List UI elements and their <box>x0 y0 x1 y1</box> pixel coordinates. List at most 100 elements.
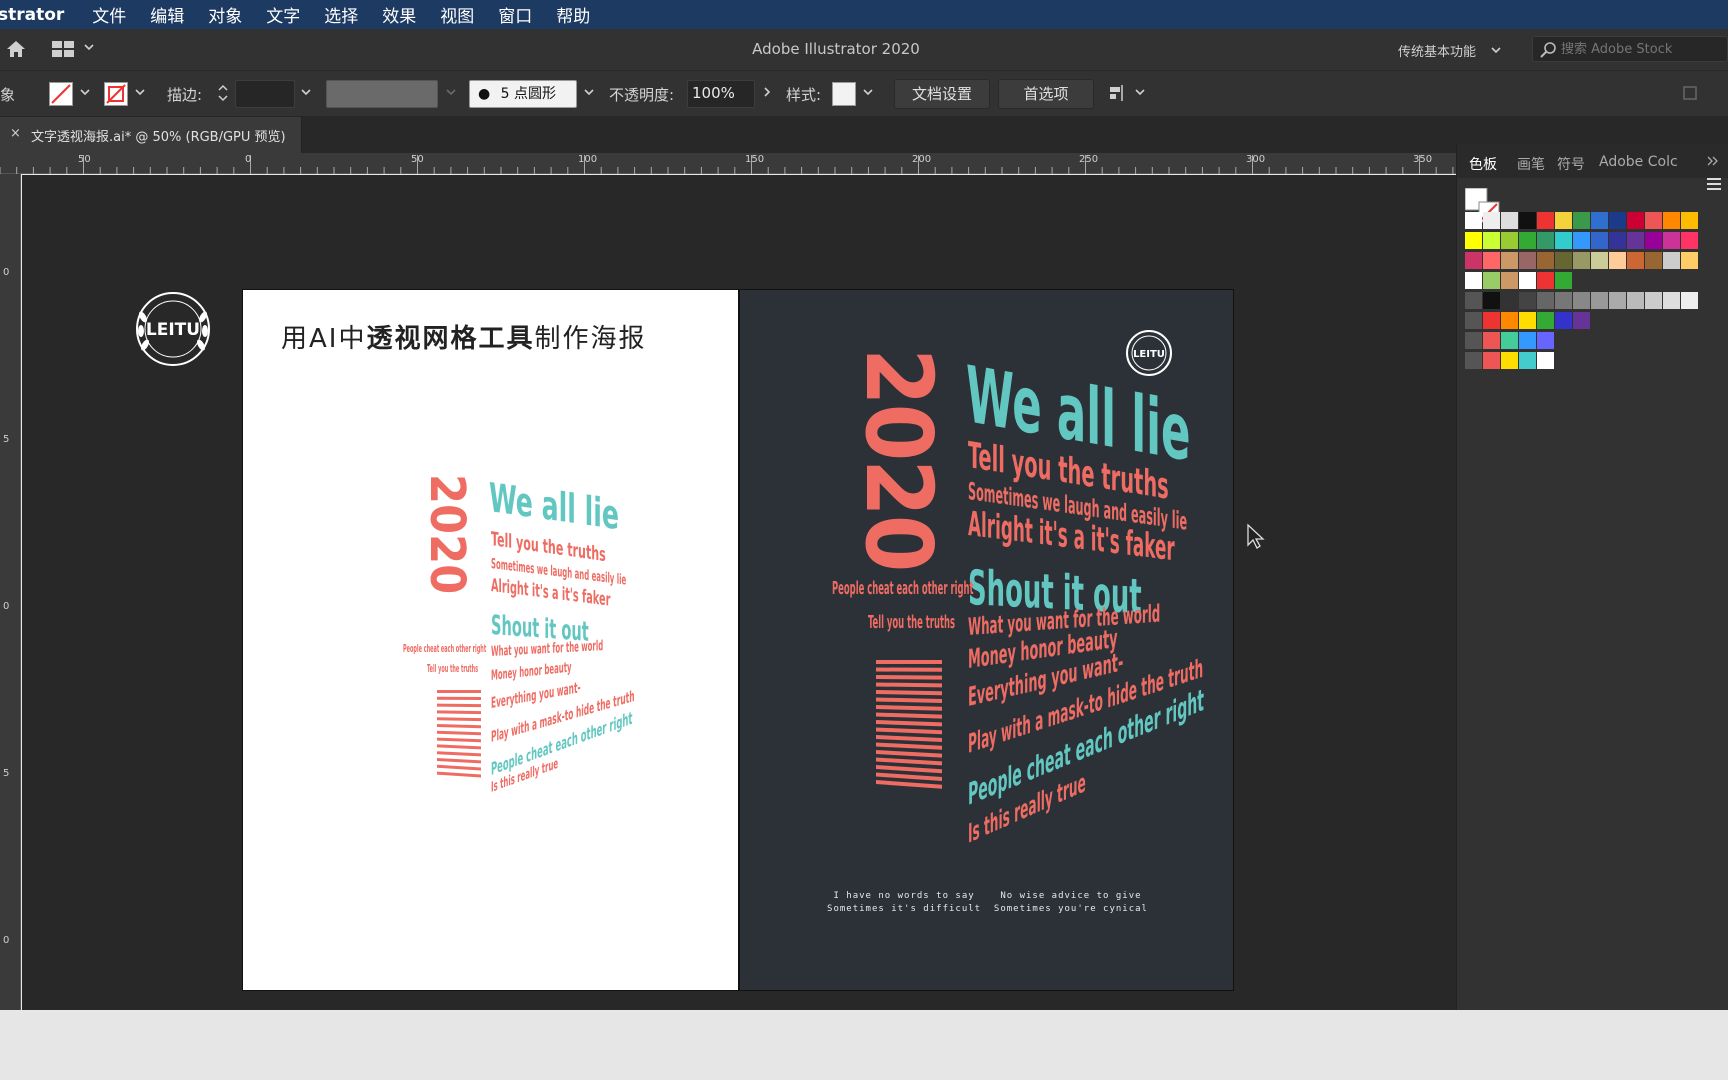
align-icon[interactable] <box>1108 83 1128 103</box>
menu-file[interactable]: 文件 <box>92 2 126 27</box>
brush-definition[interactable]: ● 5 点圆形 <box>469 80 577 108</box>
swatch[interactable] <box>1663 212 1680 229</box>
swatch[interactable] <box>1609 292 1626 309</box>
swatch[interactable] <box>1537 252 1554 269</box>
stepper-icon[interactable] <box>217 83 229 103</box>
graphic-style-swatch[interactable] <box>832 82 856 106</box>
chevron-down-icon[interactable] <box>583 86 595 98</box>
fill-swatch[interactable] <box>49 82 73 106</box>
chevron-right-icon[interactable] <box>761 86 773 98</box>
preferences-button[interactable]: 首选项 <box>998 79 1094 109</box>
swatch[interactable] <box>1465 352 1482 369</box>
variable-width-profile[interactable] <box>326 80 438 108</box>
document-setup-button[interactable]: 文档设置 <box>894 79 990 109</box>
swatch[interactable] <box>1483 352 1500 369</box>
search-input[interactable] <box>1561 40 1721 58</box>
menu-edit[interactable]: 编辑 <box>150 2 184 27</box>
swatch[interactable] <box>1573 312 1590 329</box>
swatch[interactable] <box>1519 292 1536 309</box>
menu-help[interactable]: 帮助 <box>556 2 590 27</box>
swatch[interactable] <box>1537 212 1554 229</box>
swatch[interactable] <box>1555 312 1572 329</box>
swatch[interactable] <box>1645 292 1662 309</box>
swatch[interactable] <box>1465 212 1482 229</box>
swatch[interactable] <box>1537 292 1554 309</box>
tab-swatches[interactable]: 色板 <box>1469 154 1497 174</box>
swatch[interactable] <box>1501 252 1518 269</box>
swatch[interactable] <box>1609 252 1626 269</box>
swatch[interactable] <box>1483 252 1500 269</box>
swatch[interactable] <box>1663 292 1680 309</box>
chevron-down-icon[interactable] <box>1490 44 1502 56</box>
swatch[interactable] <box>1465 332 1482 349</box>
stroke-swatch[interactable] <box>104 82 128 106</box>
opacity-field[interactable]: 100% <box>687 80 755 108</box>
swatch[interactable] <box>1681 212 1698 229</box>
swatch[interactable] <box>1555 292 1572 309</box>
menu-type[interactable]: 文字 <box>266 2 300 27</box>
swatch[interactable] <box>1519 352 1536 369</box>
swatch[interactable] <box>1627 232 1644 249</box>
swatch[interactable] <box>1519 232 1536 249</box>
swatch-grid[interactable] <box>1457 212 1728 382</box>
swatch[interactable] <box>1483 212 1500 229</box>
swatch[interactable] <box>1483 312 1500 329</box>
swatch[interactable] <box>1537 312 1554 329</box>
swatch[interactable] <box>1627 212 1644 229</box>
swatch[interactable] <box>1573 252 1590 269</box>
artboard-left[interactable]: 用AI中透视网格工具制作海报 2020 We all lie Tell you … <box>242 289 739 991</box>
swatch[interactable] <box>1555 232 1572 249</box>
swatch[interactable] <box>1501 352 1518 369</box>
swatch[interactable] <box>1537 332 1554 349</box>
document-tab[interactable]: × 文字透视海报.ai* @ 50% (RGB/GPU 预览) <box>0 117 302 153</box>
swatch[interactable] <box>1555 272 1572 289</box>
swatch[interactable] <box>1555 252 1572 269</box>
stock-search[interactable] <box>1532 36 1728 62</box>
swatch[interactable] <box>1591 232 1608 249</box>
horizontal-ruler[interactable]: 50 0 50 100 150 200 250 300 350 <box>0 153 1456 174</box>
swatch[interactable] <box>1483 272 1500 289</box>
swatch[interactable] <box>1681 252 1698 269</box>
swatch[interactable] <box>1555 212 1572 229</box>
chevron-down-icon[interactable] <box>79 86 91 98</box>
swatch[interactable] <box>1537 232 1554 249</box>
swatch[interactable] <box>1519 212 1536 229</box>
menu-effect[interactable]: 效果 <box>382 2 416 27</box>
vertical-ruler[interactable]: 0 5 0 5 0 <box>0 174 21 1010</box>
tab-brushes[interactable]: 画笔 <box>1517 154 1545 174</box>
swatch[interactable] <box>1573 292 1590 309</box>
panel-menu-icon[interactable] <box>1705 176 1723 192</box>
menu-view[interactable]: 视图 <box>440 2 474 27</box>
swatch[interactable] <box>1501 272 1518 289</box>
swatch[interactable] <box>1465 252 1482 269</box>
swatch[interactable] <box>1519 312 1536 329</box>
swatch[interactable] <box>1537 352 1554 369</box>
stroke-weight-field[interactable] <box>235 80 295 108</box>
chevron-down-icon[interactable] <box>445 86 457 98</box>
swatch[interactable] <box>1645 212 1662 229</box>
swatch[interactable] <box>1609 232 1626 249</box>
swatch[interactable] <box>1483 232 1500 249</box>
workspace-switcher[interactable]: 传统基本功能 <box>1398 41 1476 60</box>
chevron-down-icon[interactable] <box>1134 86 1146 98</box>
swatch[interactable] <box>1519 272 1536 289</box>
swatch[interactable] <box>1501 292 1518 309</box>
swatch[interactable] <box>1501 212 1518 229</box>
swatch[interactable] <box>1537 272 1554 289</box>
menu-select[interactable]: 选择 <box>324 2 358 27</box>
swatch[interactable] <box>1465 292 1482 309</box>
artboard-right[interactable]: LEITU 2020 We all lie Tell you the truth… <box>739 289 1234 991</box>
expand-icon[interactable] <box>1682 85 1698 101</box>
swatch[interactable] <box>1465 312 1482 329</box>
swatch[interactable] <box>1501 312 1518 329</box>
app-name[interactable]: strator <box>0 5 64 25</box>
swatch[interactable] <box>1591 292 1608 309</box>
menu-window[interactable]: 窗口 <box>498 2 532 27</box>
swatch[interactable] <box>1645 252 1662 269</box>
swatch[interactable] <box>1663 232 1680 249</box>
swatch[interactable] <box>1627 252 1644 269</box>
swatch[interactable] <box>1681 232 1698 249</box>
chevron-down-icon[interactable] <box>862 86 874 98</box>
chevron-down-icon[interactable] <box>134 86 146 98</box>
close-tab-icon[interactable]: × <box>10 126 21 141</box>
